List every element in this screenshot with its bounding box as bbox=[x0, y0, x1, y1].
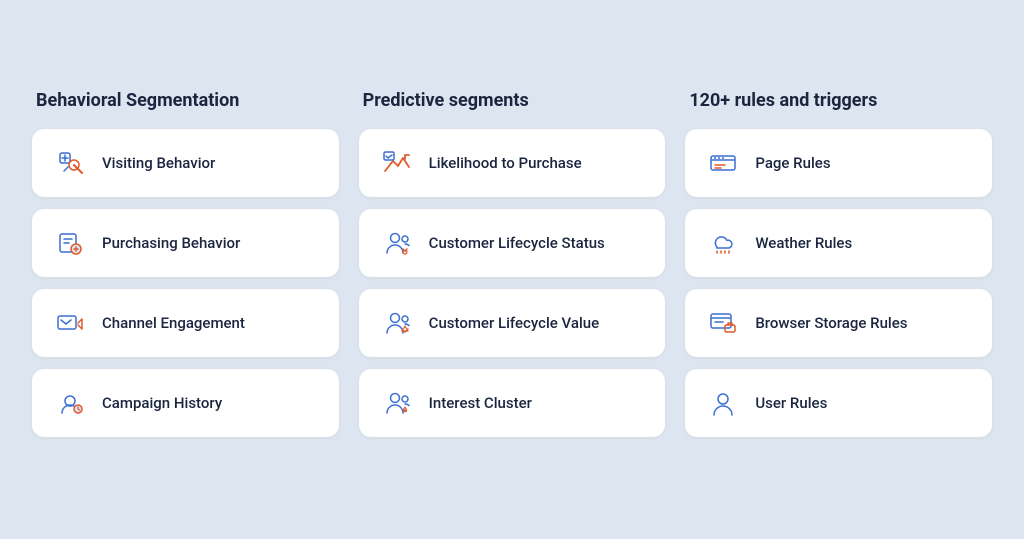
card-page-rules[interactable]: Page Rules bbox=[685, 129, 992, 197]
card-purchasing-behavior[interactable]: Purchasing Behavior bbox=[32, 209, 339, 277]
col-header-behavioral: Behavioral Segmentation bbox=[32, 90, 339, 111]
lifecycle-status-icon bbox=[379, 225, 415, 261]
col-header-rules: 120+ rules and triggers bbox=[685, 90, 992, 111]
card-browser-storage-rules[interactable]: Browser Storage Rules bbox=[685, 289, 992, 357]
page-rules-label: Page Rules bbox=[755, 154, 830, 172]
campaign-history-label: Campaign History bbox=[102, 394, 222, 412]
user-rules-icon bbox=[705, 385, 741, 421]
col-header-predictive: Predictive segments bbox=[359, 90, 666, 111]
browser-storage-rules-label: Browser Storage Rules bbox=[755, 314, 907, 332]
user-rules-label: User Rules bbox=[755, 394, 827, 412]
lifecycle-value-icon bbox=[379, 305, 415, 341]
card-weather-rules[interactable]: Weather Rules bbox=[685, 209, 992, 277]
card-customer-lifecycle-value[interactable]: Customer Lifecycle Value bbox=[359, 289, 666, 357]
card-user-rules[interactable]: User Rules bbox=[685, 369, 992, 437]
card-customer-lifecycle-status[interactable]: Customer Lifecycle Status bbox=[359, 209, 666, 277]
lifecycle-value-label: Customer Lifecycle Value bbox=[429, 314, 600, 332]
column-predictive: Predictive segments Likelihood to Purcha… bbox=[359, 90, 666, 449]
likelihood-purchase-label: Likelihood to Purchase bbox=[429, 154, 582, 172]
interest-cluster-icon bbox=[379, 385, 415, 421]
likelihood-purchase-icon bbox=[379, 145, 415, 181]
channel-engagement-icon bbox=[52, 305, 88, 341]
card-campaign-history[interactable]: Campaign History bbox=[32, 369, 339, 437]
page-rules-icon bbox=[705, 145, 741, 181]
feature-grid: Behavioral Segmentation Visiting Behavio… bbox=[32, 90, 992, 449]
channel-engagement-label: Channel Engagement bbox=[102, 314, 245, 332]
column-behavioral: Behavioral Segmentation Visiting Behavio… bbox=[32, 90, 339, 449]
campaign-history-icon bbox=[52, 385, 88, 421]
purchasing-behavior-icon bbox=[52, 225, 88, 261]
weather-rules-icon bbox=[705, 225, 741, 261]
browser-storage-rules-icon bbox=[705, 305, 741, 341]
main-container: Behavioral Segmentation Visiting Behavio… bbox=[12, 60, 1012, 479]
card-visiting-behavior[interactable]: Visiting Behavior bbox=[32, 129, 339, 197]
column-rules: 120+ rules and triggers Page Rules bbox=[685, 90, 992, 449]
card-likelihood-purchase[interactable]: Likelihood to Purchase bbox=[359, 129, 666, 197]
lifecycle-status-label: Customer Lifecycle Status bbox=[429, 234, 605, 252]
visiting-behavior-label: Visiting Behavior bbox=[102, 154, 215, 172]
weather-rules-label: Weather Rules bbox=[755, 234, 852, 252]
visiting-behavior-icon bbox=[52, 145, 88, 181]
card-interest-cluster[interactable]: Interest Cluster bbox=[359, 369, 666, 437]
interest-cluster-label: Interest Cluster bbox=[429, 394, 532, 412]
card-channel-engagement[interactable]: Channel Engagement bbox=[32, 289, 339, 357]
purchasing-behavior-label: Purchasing Behavior bbox=[102, 234, 240, 252]
